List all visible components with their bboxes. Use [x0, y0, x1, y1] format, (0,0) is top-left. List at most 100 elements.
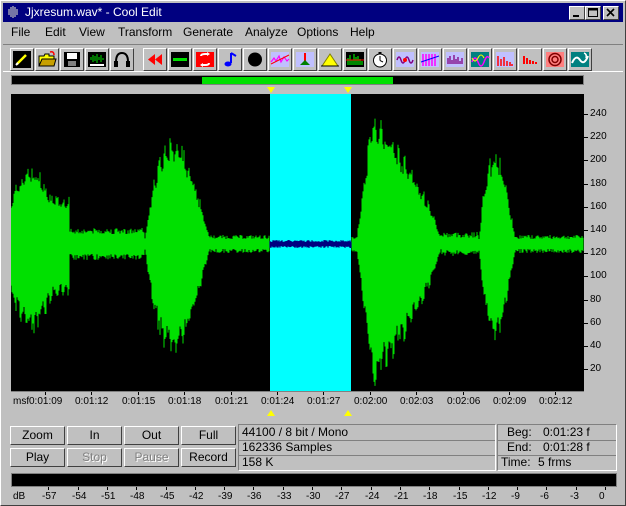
pitch-bend-icon[interactable] [468, 48, 492, 71]
meter-tick [371, 487, 372, 490]
amplify-icon[interactable] [293, 48, 317, 71]
filter-icon[interactable] [418, 48, 442, 71]
loop-icon[interactable] [193, 48, 217, 71]
selection-start-marker-top[interactable] [267, 87, 275, 93]
rewind-icon[interactable] [143, 48, 167, 71]
time-ruler[interactable]: msf 0:01:09 0:01:12 0:01:15 0:01:18 0:01:21 0… [11, 391, 584, 409]
amplitude-tick-label: 160 [590, 200, 607, 212]
stopwatch-icon[interactable] [368, 48, 392, 71]
time-tick-label: 0:01:21 [215, 396, 249, 407]
meter-tick-label: -3 [570, 491, 579, 502]
echo-icon[interactable] [543, 48, 567, 71]
headphones-icon[interactable] [110, 48, 134, 71]
music-note-icon[interactable] [218, 48, 242, 71]
amplitude-tick [584, 230, 588, 231]
amplitude-tick-label: 20 [590, 363, 602, 375]
menu-options[interactable]: Options [297, 25, 338, 40]
time-tick-label: 0:01:09 [29, 396, 63, 407]
cd-player-icon[interactable] [85, 48, 109, 71]
amplitude-tick-label: 60 [590, 316, 602, 328]
zoom-in-button[interactable]: In [67, 426, 122, 445]
begin-time: 0:01:23 f [543, 425, 590, 439]
menu-edit[interactable]: Edit [45, 25, 66, 40]
stop-square-icon[interactable] [168, 48, 192, 71]
zoom-out-button[interactable]: Out [124, 426, 179, 445]
noise-reduction-icon[interactable] [268, 48, 292, 71]
overview-visible-range[interactable] [202, 77, 393, 84]
menu-help[interactable]: Help [350, 25, 375, 40]
meter-tick-label: -39 [218, 491, 233, 502]
save-disk-icon[interactable] [60, 48, 84, 71]
amplitude-tick [584, 114, 588, 115]
maximize-icon[interactable] [585, 6, 601, 20]
end-label: End: [507, 440, 532, 454]
selection-end-marker-top[interactable] [344, 87, 352, 93]
title-bar[interactable]: Jjxresum.wav* - Cool Edit [3, 3, 623, 22]
amplitude-tick [584, 253, 588, 255]
meter-tick-label: -12 [482, 491, 497, 502]
amplitude-tick-label: 80 [590, 293, 602, 305]
file-size: 158 K [242, 455, 274, 469]
amplitude-tick [584, 369, 588, 371]
zoom-button[interactable]: Zoom [10, 426, 65, 445]
record-button[interactable]: Record [181, 448, 236, 467]
record-circle-icon[interactable] [243, 48, 267, 71]
meter-tick [341, 487, 342, 490]
meter-tick [283, 487, 284, 490]
menu-analyze[interactable]: Analyze [245, 25, 288, 40]
selection-start-marker-bottom[interactable] [267, 410, 275, 416]
window-title: Jjxresum.wav* - Cool Edit [25, 5, 162, 19]
level-meter-scale: dB -57 -54 -51 -48 -45 -42 -39 -36 -33 -30 -27 -24 -2… [11, 487, 617, 505]
play-button[interactable]: Play [10, 448, 65, 467]
cool-edit-app-icon[interactable] [6, 5, 20, 19]
time-tick [184, 392, 185, 395]
meter-tick [517, 487, 518, 490]
menu-view[interactable]: View [79, 25, 105, 40]
open-folder-icon[interactable] [35, 48, 59, 71]
menu-transform[interactable]: Transform [118, 25, 172, 40]
meter-tick [459, 487, 460, 490]
meter-tick [166, 487, 167, 490]
menu-file[interactable]: File [11, 25, 30, 40]
end-time: 0:01:28 f [543, 440, 590, 454]
new-file-icon[interactable] [10, 48, 34, 71]
pause-button[interactable]: Pause [124, 448, 179, 467]
sample-count: 162336 Samples [242, 440, 333, 454]
waveform-display[interactable] [11, 94, 584, 391]
meter-tick [107, 487, 108, 490]
minimize-icon[interactable] [569, 6, 585, 20]
time-tick [370, 392, 371, 395]
cool-edit-window: Jjxresum.wav* - Cool Edit File Edit View… [0, 0, 626, 506]
graphic-eq-icon[interactable] [443, 48, 467, 71]
wave-generator-icon[interactable] [393, 48, 417, 71]
toolbar [3, 44, 623, 72]
time-tick-label: 0:01:12 [75, 396, 109, 407]
time-tick [463, 392, 464, 395]
close-icon[interactable] [603, 6, 619, 20]
delay-icon[interactable] [518, 48, 542, 71]
meter-tick [78, 487, 79, 490]
stop-button[interactable]: Stop [67, 448, 122, 467]
length-value: 5 frms [538, 455, 572, 469]
envelope-icon[interactable] [318, 48, 342, 71]
meter-tick-label: -51 [101, 491, 116, 502]
spectrum-bars-icon[interactable] [343, 48, 367, 71]
zoom-full-button[interactable]: Full [181, 426, 236, 445]
waveform-overview-bar[interactable] [11, 75, 584, 85]
amplitude-tick-label: 120 [590, 247, 607, 259]
meter-tick-label: -42 [189, 491, 204, 502]
meter-tick [136, 487, 137, 490]
amplitude-tick-label: 40 [590, 340, 602, 351]
meter-tick [195, 487, 196, 490]
amplitude-tick-label: 140 [590, 224, 607, 235]
flanger-icon[interactable] [568, 48, 592, 71]
selection-end-marker-bottom[interactable] [344, 410, 352, 416]
meter-tick-label: -30 [306, 491, 321, 502]
meter-tick-label: -48 [130, 491, 145, 502]
reverb-icon[interactable] [493, 48, 517, 71]
menu-generate[interactable]: Generate [183, 25, 233, 40]
meter-tick [253, 487, 254, 490]
amplitude-tick [584, 160, 588, 162]
selection-info-panel: Beg: 0:01:23 f End: 0:01:28 f Time: 5 fr… [497, 424, 617, 471]
meter-tick [224, 487, 225, 490]
